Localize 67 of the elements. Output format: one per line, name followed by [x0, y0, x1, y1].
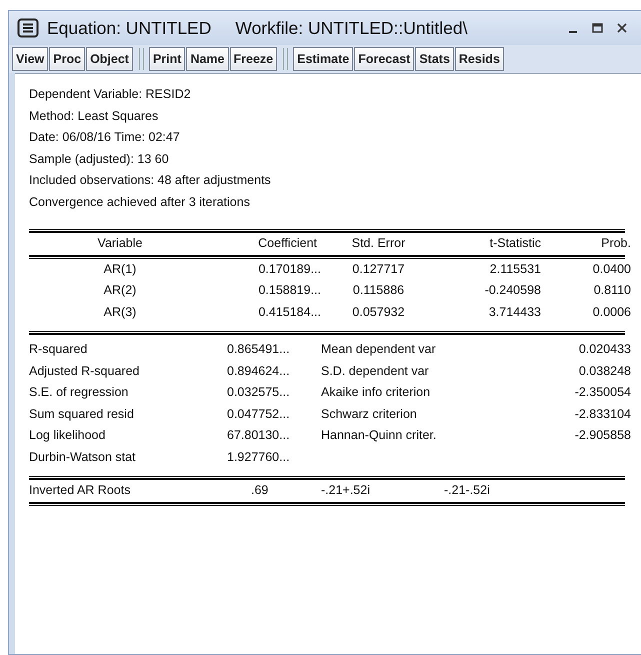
table-cell-text: 0.057932	[351, 304, 406, 320]
column-header: Coefficient	[257, 235, 318, 252]
root-value: -.21-.52i	[443, 482, 491, 499]
toolbar-button[interactable]: View	[12, 47, 48, 71]
statistic-label: Inverted AR Roots	[29, 482, 132, 499]
statistic-label: Sum squared resid	[29, 406, 135, 423]
statistic-value: 0.032575...	[226, 384, 291, 401]
toolbar-button[interactable]: Name	[186, 47, 228, 71]
statistic-value: 0.047752...	[226, 406, 291, 422]
toolbar-button[interactable]: Stats	[415, 47, 454, 71]
statistic-label: R-squared	[29, 341, 88, 358]
statistic-value: 0.038248	[578, 362, 631, 380]
column-header: Prob.	[600, 235, 631, 252]
toolbar-button[interactable]: Estimate	[293, 47, 354, 71]
statistic-value: 0.865491...	[226, 341, 291, 358]
table-cell-text: AR(2)	[102, 282, 138, 299]
statistic-value: -2.905858	[574, 427, 631, 444]
toolbar-button[interactable]: Proc	[49, 47, 86, 71]
statistic-label: Durbin-Watson stat	[29, 448, 137, 466]
header-line: Method: Least Squares	[29, 108, 160, 125]
table-cell-text: 3.714433	[488, 304, 541, 320]
table-cell-text: -0.240598	[484, 282, 541, 299]
statistic-value: 1.927760...	[226, 448, 291, 466]
statistic-label: Log likelihood	[29, 427, 106, 444]
table-cell-text: 0.0400	[592, 260, 631, 278]
statistic-label: Adjusted R-squared	[29, 362, 140, 380]
table-cell-text: 0.115886	[352, 282, 406, 299]
table-cell-text: 2.115531	[488, 260, 541, 278]
window-menu-icon[interactable]	[17, 18, 39, 38]
statistic-value: -2.833104	[574, 406, 631, 422]
column-header: t-Statistic	[488, 235, 541, 252]
table-cell-text: 0.158819...	[257, 282, 321, 299]
statistic-label: S.D. dependent var	[321, 362, 430, 380]
statistic-label: S.E. of regression	[29, 384, 130, 401]
root-value: .69	[250, 482, 270, 499]
table-cell-text: 0.127717	[351, 260, 406, 278]
toolbar-button[interactable]: Freeze	[230, 47, 278, 71]
maximize-icon[interactable]	[592, 22, 603, 34]
statistic-label: Mean dependent var	[321, 341, 437, 358]
statistic-value: 67.80130...	[226, 427, 291, 444]
header-line: Convergence achieved after 3 iterations	[29, 194, 251, 211]
table-cell-text: 0.8110	[592, 282, 631, 299]
table-cell-text: 0.170189...	[257, 260, 321, 278]
toolbar-button[interactable]: Print	[148, 47, 186, 71]
column-header: Std. Error	[350, 235, 406, 252]
table-cell-text: AR(3)	[102, 304, 138, 321]
column-header: Variable	[96, 235, 144, 252]
table-cell-text: AR(1)	[102, 260, 138, 278]
window-title: Equation: UNTITLED	[47, 16, 212, 40]
statistic-label: Akaike info criterion	[321, 384, 432, 401]
header-line: Dependent Variable: RESID2	[29, 86, 192, 103]
toolbar-button[interactable]: Object	[86, 47, 133, 71]
toolbar-button[interactable]: Forecast	[354, 47, 414, 71]
statistic-value: 0.020433	[578, 341, 631, 358]
workfile-title: Workfile: UNTITLED::Untitled\	[235, 16, 468, 40]
toolbar-button[interactable]: Resids	[454, 47, 504, 71]
table-cell-text: 0.0006	[592, 304, 631, 320]
header-line: Date: 06/08/16 Time: 02:47	[29, 129, 181, 146]
statistic-label: Schwarz criterion	[321, 406, 418, 422]
close-icon[interactable]	[617, 22, 627, 34]
header-line: Included observations: 48 after adjustments	[29, 172, 272, 189]
statistic-label: Hannan-Quinn criter.	[321, 427, 438, 444]
statistic-value: 0.894624...	[226, 362, 291, 380]
statistic-value: -2.350054	[574, 384, 631, 401]
header-line: Sample (adjusted): 13 60	[29, 150, 170, 168]
table-cell-text: 0.415184...	[257, 304, 321, 320]
root-value: -.21+.52i	[321, 482, 371, 499]
